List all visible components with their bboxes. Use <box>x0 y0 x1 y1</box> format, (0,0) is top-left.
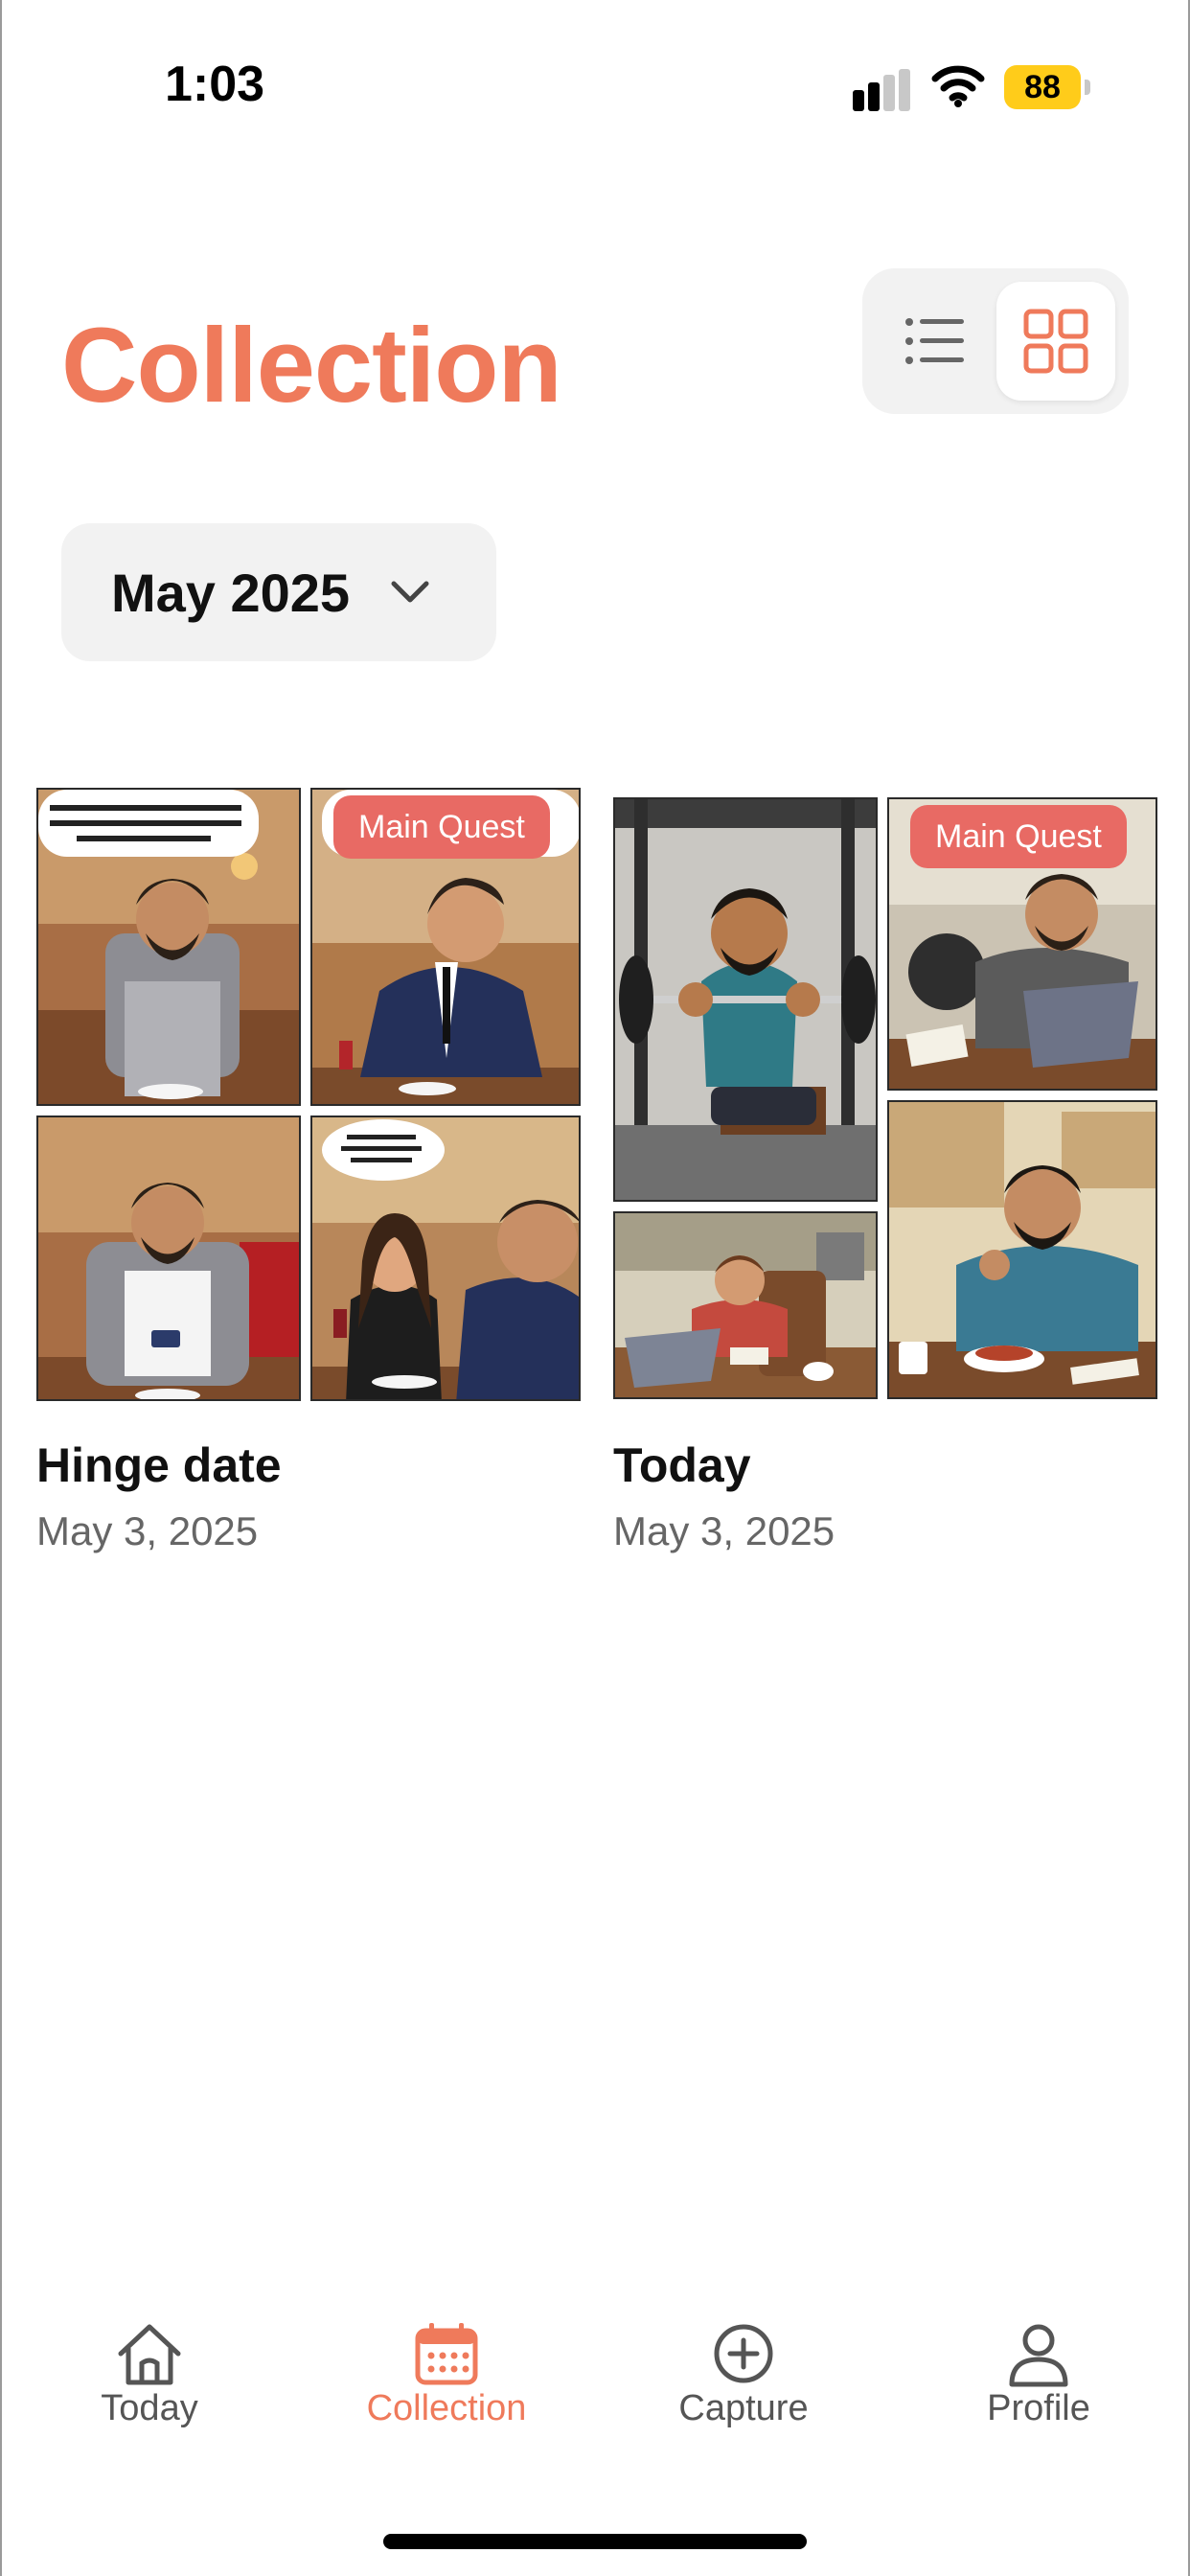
list-view-button[interactable] <box>876 282 995 401</box>
tab-label: Profile <box>987 2388 1090 2428</box>
tab-label: Today <box>101 2388 198 2428</box>
tab-profile[interactable]: Profile <box>933 2319 1144 2429</box>
tab-collection[interactable]: Collection <box>341 2319 552 2429</box>
list-icon <box>905 318 964 364</box>
card-title: Hinge date <box>36 1438 282 1492</box>
cellular-signal-icon <box>853 69 910 111</box>
plus-circle-icon <box>714 2324 773 2383</box>
page-title: Collection <box>61 307 562 425</box>
comic-panel <box>36 1116 301 1401</box>
view-toggle <box>862 268 1129 414</box>
comic-panel: Main Quest <box>310 788 581 1106</box>
left-edge <box>0 0 2 2576</box>
battery-level: 88 <box>1004 65 1081 109</box>
comic-thumbnail[interactable]: Main Quest <box>36 788 581 1401</box>
main-quest-badge: Main Quest <box>910 805 1127 868</box>
tab-capture[interactable]: Capture <box>638 2319 849 2429</box>
wifi-icon <box>931 65 985 107</box>
comic-thumbnail[interactable]: Main Quest <box>613 788 1157 1401</box>
comic-card-hinge-date[interactable]: Main Quest Hinge date May 3, 2025 <box>36 788 581 1554</box>
battery-icon: 88 <box>1004 65 1090 109</box>
tab-label: Collection <box>366 2388 527 2428</box>
comic-panel: Main Quest <box>887 797 1157 1091</box>
status-time: 1:03 <box>165 57 265 112</box>
comic-card-today[interactable]: Main Quest Today May 3, 2025 <box>613 788 1157 1554</box>
tab-label: Capture <box>678 2388 809 2428</box>
month-label: May 2025 <box>111 562 351 623</box>
collection-screen: 1:03 88 Collection May 2025 Main Quest H… <box>0 0 1190 2576</box>
card-date: May 3, 2025 <box>36 1508 259 1553</box>
comic-panel <box>310 1116 581 1401</box>
home-icon <box>118 2324 181 2385</box>
main-quest-badge: Main Quest <box>333 795 550 859</box>
comic-panel <box>613 1211 878 1399</box>
card-title: Today <box>613 1438 751 1492</box>
battery-cap <box>1085 80 1090 95</box>
grid-icon <box>1023 309 1088 374</box>
comic-panel <box>36 788 301 1106</box>
grid-view-button[interactable] <box>996 282 1115 401</box>
calendar-icon <box>415 2323 478 2385</box>
home-indicator[interactable] <box>383 2534 807 2549</box>
card-date: May 3, 2025 <box>613 1508 835 1553</box>
comic-panel <box>613 797 878 1202</box>
chevron-down-icon <box>391 581 429 603</box>
comic-panel <box>887 1100 1157 1399</box>
month-dropdown[interactable]: May 2025 <box>61 523 496 661</box>
tab-today[interactable]: Today <box>44 2319 255 2429</box>
person-icon <box>1009 2324 1068 2387</box>
